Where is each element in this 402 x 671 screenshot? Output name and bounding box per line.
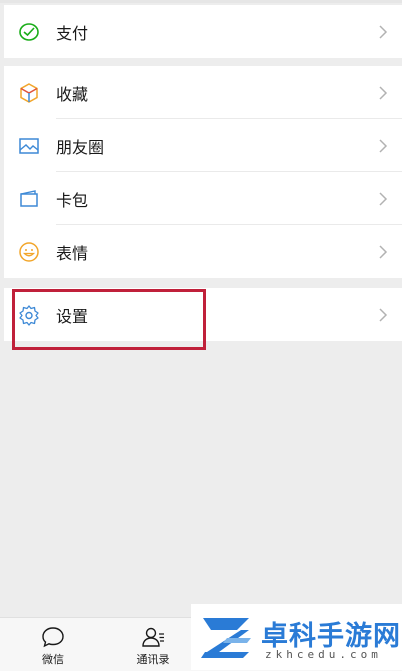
contacts-icon — [142, 627, 164, 647]
moments-image-icon — [19, 137, 39, 154]
section-gap — [0, 278, 402, 288]
menu-item-stickers[interactable]: 表情 — [4, 225, 402, 278]
menu-item-label: 卡包 — [56, 190, 89, 210]
menu-item-label: 表情 — [56, 243, 89, 263]
menu-item-moments[interactable]: 朋友圈 — [4, 119, 402, 172]
top-divider — [0, 0, 402, 3]
chevron-right-icon — [379, 138, 388, 153]
watermark-url: zkhcedu.com — [265, 648, 382, 661]
tab-chats[interactable]: 微信 — [18, 618, 88, 671]
menu-item-favorites[interactable]: 收藏 — [4, 66, 402, 119]
tab-label: 微信 — [42, 653, 64, 666]
chat-bubble-icon — [42, 627, 64, 648]
chevron-right-icon — [379, 191, 388, 206]
tab-label: 通讯录 — [136, 653, 170, 666]
section-gap — [0, 58, 402, 66]
site-watermark: 卓科手游网 zkhcedu.com — [191, 604, 402, 670]
menu-item-label: 朋友圈 — [56, 137, 105, 157]
card-wallet-icon — [20, 189, 38, 207]
chevron-right-icon — [379, 85, 388, 100]
menu-item-pay[interactable]: 支付 — [4, 5, 402, 58]
watermark-logo — [201, 618, 251, 658]
menu-item-cards[interactable]: 卡包 — [4, 172, 402, 225]
pay-group: 支付 — [4, 5, 402, 58]
smiley-icon — [19, 241, 39, 262]
favorites-cube-icon — [20, 82, 38, 103]
pay-icon — [19, 22, 39, 41]
chevron-right-icon — [379, 24, 388, 39]
chevron-right-icon — [379, 307, 388, 322]
menu-item-label: 支付 — [56, 23, 89, 43]
chevron-right-icon — [379, 244, 388, 259]
settings-highlight-box — [12, 289, 206, 350]
tab-contacts[interactable]: 通讯录 — [118, 618, 188, 671]
main-menu-group: 收藏 朋友圈 卡包 表情 — [4, 66, 402, 278]
menu-item-label: 收藏 — [56, 84, 89, 104]
